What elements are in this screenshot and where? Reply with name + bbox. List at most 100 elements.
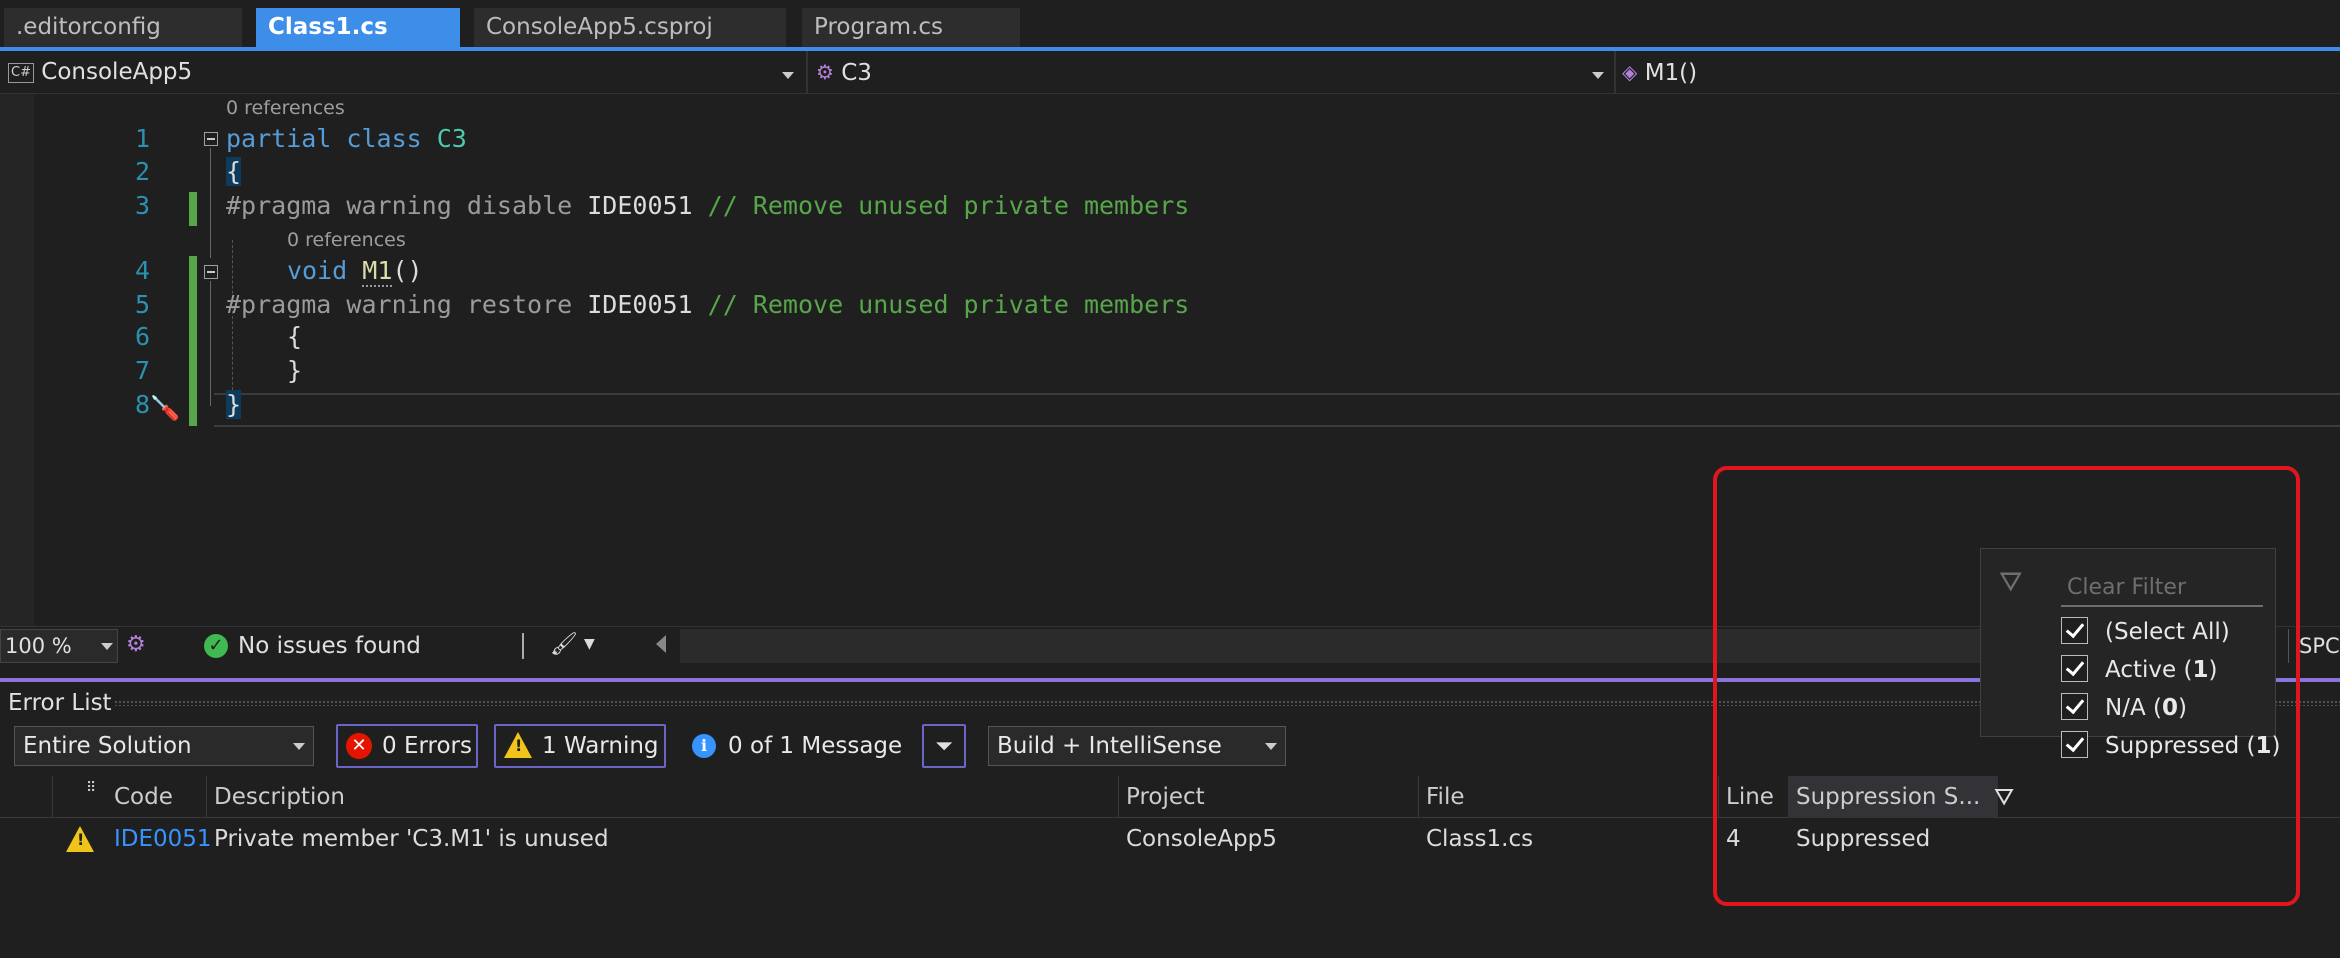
tab-editorconfig[interactable]: .editorconfig bbox=[4, 8, 242, 47]
fold-guide bbox=[210, 148, 211, 258]
changed-line-marker bbox=[189, 256, 197, 426]
preprocessor: #pragma warning restore bbox=[226, 290, 573, 319]
issues-status[interactable]: No issues found bbox=[238, 631, 421, 661]
method-icon: ◈ bbox=[1622, 60, 1638, 84]
build-filter-dropdown[interactable]: Build + IntelliSense bbox=[988, 726, 1286, 766]
column-header-project[interactable]: Project bbox=[1118, 776, 1418, 818]
nav-divider bbox=[1614, 51, 1616, 94]
fold-guide bbox=[210, 281, 211, 406]
severity-sort-icon[interactable]: ⠿ bbox=[86, 780, 96, 796]
class-name: C3 bbox=[436, 124, 467, 153]
current-line-highlight bbox=[214, 393, 2340, 427]
line-number: 2 bbox=[134, 157, 150, 186]
line-number: 1 bbox=[134, 124, 150, 153]
collapse-class-icon[interactable] bbox=[204, 132, 218, 146]
quick-actions-screwdriver-icon[interactable]: 🪛 bbox=[150, 394, 180, 424]
code-line-2: { bbox=[226, 157, 242, 186]
method-name: M1 bbox=[362, 256, 393, 287]
chevron-down-icon bbox=[101, 643, 113, 650]
messages-toggle-button[interactable]: i 0 of 1 Message bbox=[680, 724, 903, 768]
keyword: partial class bbox=[226, 124, 422, 153]
cell-code-link[interactable]: IDE0051 bbox=[106, 818, 212, 860]
filter-icon: ⏷ bbox=[935, 734, 953, 759]
navigation-bar: C# ConsoleApp5 ⚙ C3 ◈ M1() bbox=[0, 51, 2340, 94]
class-icon: ⚙ bbox=[816, 60, 834, 84]
project-dropdown[interactable]: C# ConsoleApp5 bbox=[8, 55, 798, 90]
warning-icon-mark: ! bbox=[77, 830, 85, 849]
line-number: 4 bbox=[134, 256, 150, 285]
document-tab-bar: .editorconfig Class1.cs ConsoleApp5.cspr… bbox=[0, 0, 2340, 51]
error-icon: ✕ bbox=[346, 733, 372, 759]
member-name: M1() bbox=[1644, 60, 1698, 86]
zoom-level: 100 % bbox=[5, 634, 72, 658]
brush-cleanup-icon[interactable]: 🖌 ▼ bbox=[550, 629, 610, 661]
preprocessor: #pragma warning disable bbox=[226, 191, 573, 220]
comment: // Remove unused private members bbox=[707, 290, 1190, 319]
tab-consoleapp5-csproj[interactable]: ConsoleApp5.csproj bbox=[474, 8, 786, 47]
tab-label: Program.cs bbox=[814, 14, 943, 40]
info-icon: i bbox=[692, 734, 716, 758]
code-line-3: #pragma warning disable IDE0051 // Remov… bbox=[226, 191, 1189, 220]
tab-class1-cs[interactable]: Class1.cs bbox=[256, 8, 460, 47]
line-number: 3 bbox=[134, 191, 150, 220]
zoom-dropdown[interactable]: 100 % bbox=[0, 629, 118, 663]
check-circle-icon: ✓ bbox=[204, 634, 228, 658]
csharp-project-icon: C# bbox=[8, 63, 34, 83]
chevron-down-icon bbox=[293, 743, 305, 750]
tab-program-cs[interactable]: Program.cs bbox=[802, 8, 1020, 47]
nav-divider bbox=[806, 51, 808, 94]
keyword: void bbox=[287, 256, 348, 285]
chevron-down-icon bbox=[1592, 72, 1604, 79]
chevron-down-icon bbox=[1265, 743, 1277, 750]
messages-count: 0 of 1 Message bbox=[728, 733, 903, 759]
cell-description: Private member 'C3.M1' is unused bbox=[214, 826, 609, 852]
error-list-title: Error List bbox=[8, 690, 112, 716]
status-divider bbox=[522, 633, 524, 659]
changed-line-marker bbox=[189, 192, 197, 226]
scope-value: Entire Solution bbox=[23, 733, 192, 759]
errors-count: 0 Errors bbox=[382, 733, 472, 759]
line-number: 7 bbox=[134, 356, 150, 385]
project-name: ConsoleApp5 bbox=[41, 59, 193, 85]
scope-dropdown[interactable]: Entire Solution bbox=[14, 726, 314, 766]
scroll-left-icon[interactable] bbox=[656, 635, 666, 653]
code-line-7: } bbox=[287, 356, 303, 385]
highlight-annotation-box bbox=[1713, 466, 2300, 906]
column-header-code[interactable]: Code bbox=[106, 776, 206, 818]
type-dropdown[interactable]: ⚙ C3 bbox=[816, 55, 1606, 90]
member-dropdown[interactable]: ◈ M1() bbox=[1622, 55, 2022, 90]
diagnostic-id: IDE0051 bbox=[587, 290, 693, 319]
type-name: C3 bbox=[841, 60, 872, 86]
line-number: 6 bbox=[134, 322, 150, 351]
tab-label: .editorconfig bbox=[16, 14, 161, 40]
warnings-count: 1 Warning bbox=[542, 733, 659, 759]
line-number: 8 bbox=[134, 390, 150, 419]
cell-file: Class1.cs bbox=[1426, 826, 1534, 852]
diagnostic-id: IDE0051 bbox=[587, 191, 693, 220]
filter-toggle-button[interactable]: ⏷ bbox=[922, 724, 966, 768]
tab-label: ConsoleApp5.csproj bbox=[486, 14, 713, 40]
column-header-description[interactable]: Description bbox=[206, 776, 1118, 818]
errors-toggle-button[interactable]: ✕ 0 Errors bbox=[336, 724, 478, 768]
code-line-6: { bbox=[287, 322, 303, 351]
code-lens-method-references[interactable]: 0 references bbox=[287, 229, 406, 251]
code-line-5: #pragma warning restore IDE0051 // Remov… bbox=[226, 290, 1189, 319]
code-line-8: } bbox=[226, 390, 242, 419]
cell-project: ConsoleApp5 bbox=[1126, 826, 1277, 852]
collapse-method-icon[interactable] bbox=[204, 265, 218, 279]
line-number: 5 bbox=[134, 290, 150, 319]
chevron-down-icon bbox=[782, 72, 794, 79]
warning-icon-mark: ! bbox=[515, 736, 523, 755]
code-cleanup-icon[interactable]: ⚙ bbox=[126, 632, 152, 658]
editor-left-margin bbox=[0, 94, 34, 626]
comment: // Remove unused private members bbox=[707, 191, 1190, 220]
column-separator bbox=[52, 776, 53, 818]
code-lens-class-references[interactable]: 0 references bbox=[226, 97, 345, 119]
code-line-1: partial class C3 bbox=[226, 124, 467, 153]
column-header-file[interactable]: File bbox=[1418, 776, 1718, 818]
tab-label: Class1.cs bbox=[268, 14, 388, 40]
parens: () bbox=[392, 256, 423, 285]
build-filter-value: Build + IntelliSense bbox=[997, 733, 1222, 759]
code-line-4: void M1() bbox=[287, 256, 423, 287]
warnings-toggle-button[interactable]: ! 1 Warning bbox=[494, 724, 666, 768]
